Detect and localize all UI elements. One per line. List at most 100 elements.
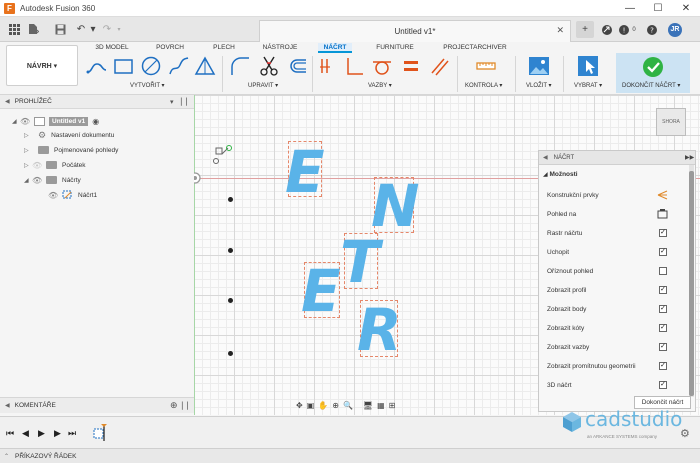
- pin-icon[interactable]: ▾: [170, 98, 174, 106]
- workspace-switcher[interactable]: NÁVRH ▾: [6, 45, 78, 86]
- tree-item-document-settings[interactable]: ▷ ⚙ Nastavení dokumentu: [24, 128, 114, 142]
- 3d-sketch-checkbox[interactable]: ✓: [659, 381, 667, 389]
- construction-icon[interactable]: [657, 190, 668, 200]
- orbit-icon[interactable]: ✥: [296, 401, 303, 410]
- trim-scissors-icon[interactable]: [258, 55, 280, 77]
- options-section-header[interactable]: ◢ Možnosti: [543, 171, 578, 178]
- zoom-icon[interactable]: ⊕: [332, 401, 339, 410]
- measure-ruler-icon[interactable]: [475, 55, 497, 77]
- tab-furniture[interactable]: FURNITURE: [375, 43, 415, 53]
- sketch-grid-checkbox[interactable]: ✓: [659, 229, 667, 237]
- rectangle-tool-icon[interactable]: [112, 55, 134, 77]
- palette-option-show-dimensions[interactable]: Zobrazit kóty ✓: [547, 322, 667, 334]
- palette-option-projected-geometry[interactable]: Zobrazit promítnutou geometrii ✓: [547, 360, 667, 372]
- modify-group-label[interactable]: UPRAVIT ▾: [248, 82, 278, 89]
- sketch-text-t[interactable]: T: [340, 233, 380, 291]
- tab-sketch[interactable]: NÁČRT: [318, 43, 352, 53]
- tab-surface[interactable]: POVRCH: [155, 43, 185, 53]
- section-collapse-icon[interactable]: ◢: [543, 172, 548, 178]
- display-settings-icon[interactable]: 🖥: [363, 401, 373, 410]
- pan-hand-icon[interactable]: ✋: [318, 401, 328, 410]
- data-panel-icon[interactable]: [598, 21, 616, 38]
- show-dimensions-checkbox[interactable]: ✓: [659, 324, 667, 332]
- visibility-eye-icon[interactable]: 👁: [48, 191, 62, 200]
- expand-arrow-icon[interactable]: ▷: [24, 147, 32, 154]
- file-menu-icon[interactable]: [26, 22, 40, 36]
- user-profile-button[interactable]: JR: [666, 21, 684, 38]
- offset-tool-icon[interactable]: [286, 55, 308, 77]
- origin-point-icon[interactable]: [194, 172, 201, 184]
- look-at-icon[interactable]: [657, 209, 668, 219]
- viewports-icon[interactable]: ⊞: [389, 401, 396, 410]
- collapse-icon[interactable]: ◀: [5, 98, 10, 105]
- close-window-button[interactable]: ✕: [672, 0, 700, 17]
- timeline-sketch-marker-icon[interactable]: [92, 423, 110, 443]
- palette-scrollbar-thumb[interactable]: [689, 171, 694, 396]
- collapse-icon[interactable]: ◀: [543, 154, 548, 161]
- finish-sketch-check-icon[interactable]: [642, 56, 664, 78]
- select-group-label[interactable]: VYBRAT ▾: [574, 82, 602, 89]
- save-icon[interactable]: [53, 22, 67, 36]
- palette-option-3d-sketch[interactable]: 3D náčrt ✓: [547, 379, 667, 391]
- look-at-icon[interactable]: ▣: [307, 401, 315, 410]
- sketch-point[interactable]: [228, 351, 233, 356]
- maximize-button[interactable]: ☐: [644, 0, 672, 17]
- show-points-checkbox[interactable]: ✓: [659, 305, 667, 313]
- tangent-constraint-icon[interactable]: [371, 55, 393, 77]
- palette-option-look-at[interactable]: Pohled na: [547, 208, 668, 220]
- activate-radio-icon[interactable]: ◉: [92, 117, 99, 126]
- snap-checkbox[interactable]: ✓: [659, 248, 667, 256]
- visibility-eye-icon[interactable]: 👁: [20, 117, 34, 126]
- sketch-text-n[interactable]: N: [371, 177, 420, 235]
- go-to-end-button[interactable]: ⏭: [68, 428, 76, 439]
- tree-item-sketch1[interactable]: 👁 Náčrt1: [48, 188, 97, 202]
- palette-option-snap[interactable]: Uchopit ✓: [547, 246, 667, 258]
- line-tool-icon[interactable]: [86, 55, 108, 77]
- sketch-point[interactable]: [228, 298, 233, 303]
- step-back-button[interactable]: ◀: [22, 428, 29, 439]
- perpendicular-constraint-icon[interactable]: [344, 55, 366, 77]
- expand-palette-icon[interactable]: ▶▶: [685, 154, 694, 161]
- create-group-label[interactable]: VYTVOŘIT ▾: [130, 82, 165, 89]
- polygon-tool-icon[interactable]: [194, 55, 216, 77]
- palette-option-show-constraints[interactable]: Zobrazit vazby ✓: [547, 341, 667, 353]
- go-to-start-button[interactable]: ⏮: [6, 428, 14, 439]
- zoom-window-icon[interactable]: 🔍: [343, 401, 353, 410]
- fillet-tool-icon[interactable]: [229, 55, 251, 77]
- grid-menu-icon[interactable]: [7, 22, 21, 36]
- tree-item-origin[interactable]: ▷ 👁 Počátek: [24, 158, 86, 172]
- visibility-eye-icon[interactable]: 👁: [32, 161, 46, 170]
- expand-arrow-icon[interactable]: ▷: [24, 162, 32, 169]
- palette-option-construction[interactable]: Konstrukční prvky: [547, 189, 668, 201]
- close-tab-icon[interactable]: ✕: [556, 25, 564, 36]
- job-status-icon[interactable]: ! 0: [618, 21, 636, 38]
- expand-commands-icon[interactable]: ⌃: [4, 453, 9, 460]
- view-cube[interactable]: SHORA: [656, 108, 686, 136]
- sketch-text-e[interactable]: E: [301, 262, 341, 320]
- palette-option-show-points[interactable]: Zobrazit body ✓: [547, 303, 667, 315]
- tab-projectarchiver[interactable]: PROJECTARCHIVER: [442, 43, 508, 53]
- tree-item-sketches[interactable]: ◢ 👁 Náčrty: [24, 173, 81, 187]
- insert-group-label[interactable]: VLOŽIT ▾: [526, 82, 552, 89]
- parallel-constraint-icon[interactable]: [428, 55, 450, 77]
- inspect-group-label[interactable]: KONTROLA ▾: [465, 82, 502, 89]
- select-cursor-icon[interactable]: [577, 55, 599, 77]
- projected-geometry-checkbox[interactable]: ✓: [659, 362, 667, 370]
- expand-arrow-icon[interactable]: ◢: [12, 118, 20, 125]
- palette-option-slice[interactable]: Oříznout pohled: [547, 265, 667, 277]
- palette-option-sketch-grid[interactable]: Rastr náčrtu ✓: [547, 227, 667, 239]
- visibility-eye-icon[interactable]: 👁: [32, 176, 46, 185]
- finish-sketch-label[interactable]: DOKONČIT NÁČRT ▾: [622, 82, 680, 89]
- sketch-text-r[interactable]: R: [357, 301, 402, 359]
- step-forward-button[interactable]: ▶: [54, 428, 61, 439]
- text-command-bar[interactable]: ⌃ PŘÍKAZOVÝ ŘÁDEK: [0, 448, 700, 463]
- expand-arrow-icon[interactable]: ▷: [24, 132, 32, 139]
- insert-image-icon[interactable]: [528, 55, 550, 77]
- add-comment-icon[interactable]: ⊕: [170, 400, 178, 411]
- show-profile-checkbox[interactable]: ✓: [659, 286, 667, 294]
- show-constraints-checkbox[interactable]: ✓: [659, 343, 667, 351]
- tab-sheet-metal[interactable]: PLECH: [211, 43, 237, 53]
- play-button[interactable]: ▶: [38, 428, 45, 439]
- palette-option-show-profile[interactable]: Zobrazit profil ✓: [547, 284, 667, 296]
- expand-arrow-icon[interactable]: ◢: [24, 177, 32, 184]
